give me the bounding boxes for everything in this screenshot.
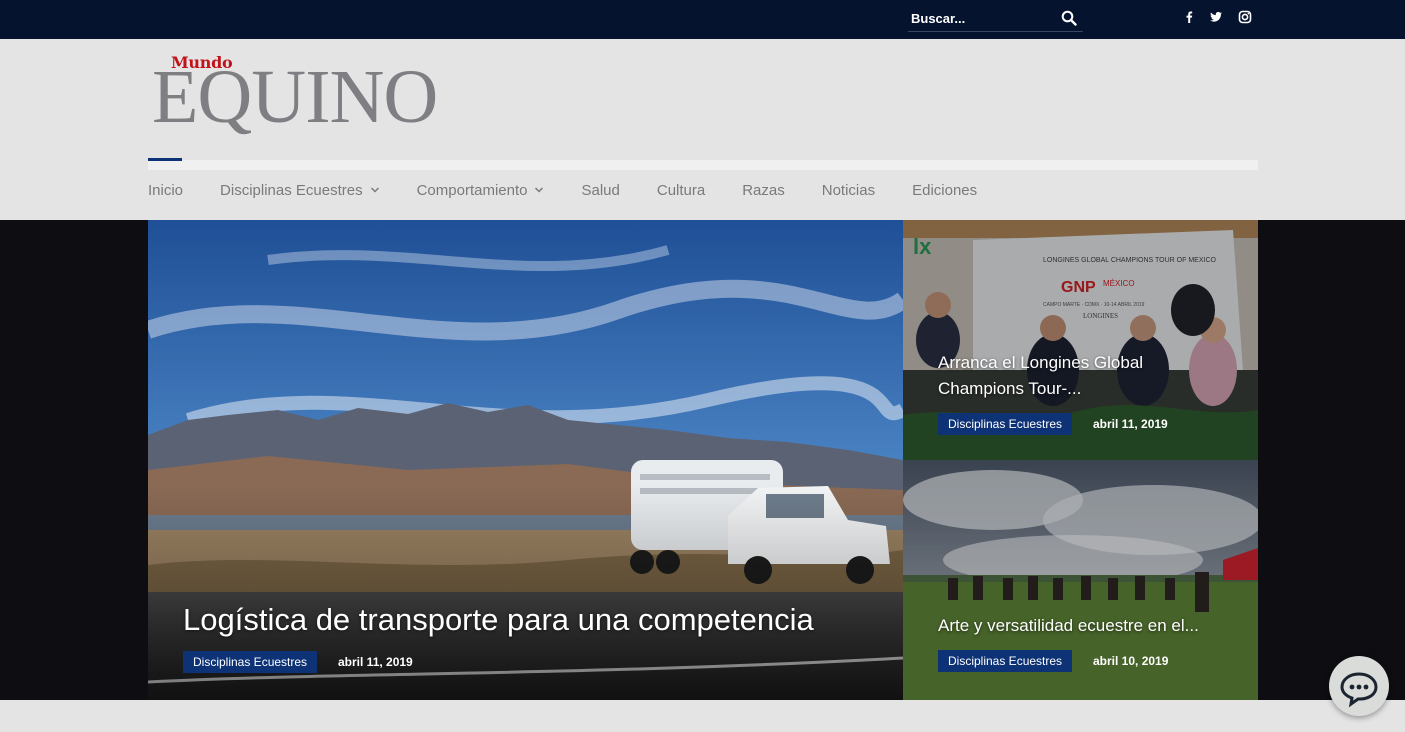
main-nav: Inicio Disciplinas Ecuestres Comportamie…	[148, 170, 977, 210]
category-tag[interactable]: Disciplinas Ecuestres	[183, 651, 318, 673]
title-line: Champions Tour-...	[938, 379, 1082, 398]
chat-bubble-icon	[1340, 672, 1378, 708]
nav-item-label: Salud	[581, 181, 620, 199]
twitter-icon[interactable]	[1209, 10, 1223, 24]
featured-main-card[interactable]: Logística de transporte para una compete…	[148, 220, 903, 700]
title-line: Arranca el Longines Global	[938, 353, 1144, 372]
nav-item-razas[interactable]: Razas	[742, 182, 785, 199]
nav-item-ediciones[interactable]: Ediciones	[912, 182, 977, 199]
search-icon[interactable]	[1061, 10, 1077, 26]
nav-item-inicio[interactable]: Inicio	[148, 182, 183, 199]
site-logo[interactable]: Mundo EQUINO	[148, 53, 448, 153]
nav-item-salud[interactable]: Salud	[581, 182, 619, 199]
nav-item-comportamiento[interactable]: Comportamiento	[417, 182, 545, 199]
post-date: abril 11, 2019	[338, 655, 413, 669]
chat-button[interactable]	[1329, 656, 1389, 716]
nav-item-label: Ediciones	[912, 181, 978, 199]
facebook-icon[interactable]	[1182, 10, 1196, 24]
logo-main-text: EQUINO	[152, 55, 438, 139]
chevron-down-icon	[535, 187, 544, 193]
nav-item-label: Razas	[742, 181, 785, 199]
category-tag[interactable]: Disciplinas Ecuestres	[938, 413, 1073, 435]
category-tag[interactable]: Disciplinas Ecuestres	[938, 650, 1073, 672]
nav-item-label: Comportamiento	[416, 181, 528, 199]
search-box	[908, 5, 1083, 32]
instagram-icon[interactable]	[1238, 10, 1252, 24]
featured-side-bottom-title[interactable]: Arte y versatilidad ecuestre en el...	[938, 613, 1199, 639]
nav-item-label: Disciplinas Ecuestres	[220, 181, 363, 199]
nav-item-cultura[interactable]: Cultura	[657, 182, 705, 199]
chevron-down-icon	[370, 187, 379, 193]
nav-item-label: Inicio	[148, 181, 184, 199]
nav-item-noticias[interactable]: Noticias	[822, 182, 875, 199]
site-header: Mundo EQUINO Inicio Disciplinas Ecuestre…	[0, 39, 1405, 220]
post-date: abril 11, 2019	[1093, 417, 1168, 431]
page-bottom	[0, 700, 1405, 732]
nav-item-disciplinas-ecuestres[interactable]: Disciplinas Ecuestres	[220, 182, 380, 199]
featured-side-top-title[interactable]: Arranca el Longines Global Champions Tou…	[938, 350, 1143, 402]
nav-divider	[148, 160, 1258, 170]
nav-item-label: Cultura	[656, 181, 706, 199]
nav-item-label: Noticias	[821, 181, 876, 199]
nav-active-indicator	[148, 158, 182, 161]
featured-main-title[interactable]: Logística de transporte para una compete…	[183, 600, 814, 640]
top-bar	[0, 0, 1405, 39]
search-input[interactable]	[911, 9, 1051, 27]
featured-side-bottom-card[interactable]: Arte y versatilidad ecuestre en el... Di…	[903, 460, 1258, 700]
post-date: abril 10, 2019	[1093, 654, 1169, 668]
featured-side-top-card[interactable]: LONGINES GLOBAL CHAMPIONS TOUR OF MEXICO…	[903, 220, 1258, 460]
